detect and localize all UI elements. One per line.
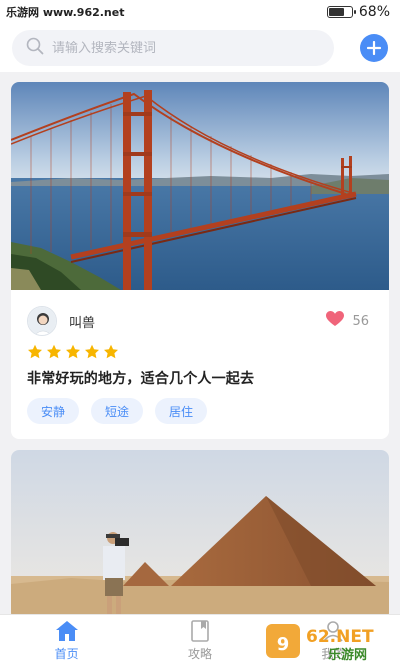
book-icon [191, 619, 209, 642]
author-row: 叫兽 56 [27, 306, 369, 336]
home-icon [55, 620, 78, 641]
tags-row: 安静 短途 居住 [27, 398, 208, 424]
star-icon [104, 344, 118, 359]
tab-guide[interactable]: 攻略 [133, 615, 266, 666]
status-bar: 乐游网 www.962.net 68% [0, 0, 400, 24]
tag[interactable]: 居住 [155, 398, 208, 424]
star-icon [47, 344, 61, 359]
author-name[interactable]: 叫兽 [69, 312, 95, 331]
star-rating [27, 344, 119, 360]
review-text: 非常好玩的地方，适合几个人一起去 [27, 371, 255, 387]
svg-text:乐游网: 乐游网 [328, 647, 367, 662]
feed-card[interactable]: 叫兽 56 非常好玩的地方，适合几个人一起去 安静 短途 居住 [11, 82, 389, 439]
search-box[interactable] [12, 30, 334, 66]
tab-label: 攻略 [187, 646, 212, 661]
like-count: 56 [352, 313, 369, 329]
status-right: 68% [326, 4, 390, 20]
star-icon [85, 344, 99, 359]
status-site-text: 乐游网 www.962.net [6, 6, 125, 19]
search-input[interactable] [52, 40, 320, 56]
tab-home[interactable]: 首页 [0, 615, 133, 666]
search-icon [26, 37, 44, 59]
battery-icon [326, 6, 356, 18]
heart-icon[interactable] [326, 311, 345, 331]
like-group[interactable]: 56 [326, 311, 369, 331]
962-logo-watermark: 9 62.NET 乐游网 [266, 624, 374, 662]
svg-text:9: 9 [277, 634, 290, 655]
avatar[interactable] [27, 306, 57, 336]
svg-text:62.NET: 62.NET [306, 627, 374, 647]
star-icon [66, 344, 80, 359]
star-icon [28, 344, 42, 359]
search-bar-row [0, 24, 400, 72]
golden-gate-bridge-image [11, 82, 389, 290]
feed-card[interactable] [11, 450, 389, 620]
tag[interactable]: 短途 [91, 398, 144, 424]
pyramid-image [11, 450, 389, 620]
tab-label: 首页 [54, 646, 79, 661]
tag[interactable]: 安静 [27, 398, 80, 424]
battery-percent: 68% [358, 4, 390, 20]
plus-icon [367, 41, 381, 55]
add-button[interactable] [360, 34, 388, 62]
